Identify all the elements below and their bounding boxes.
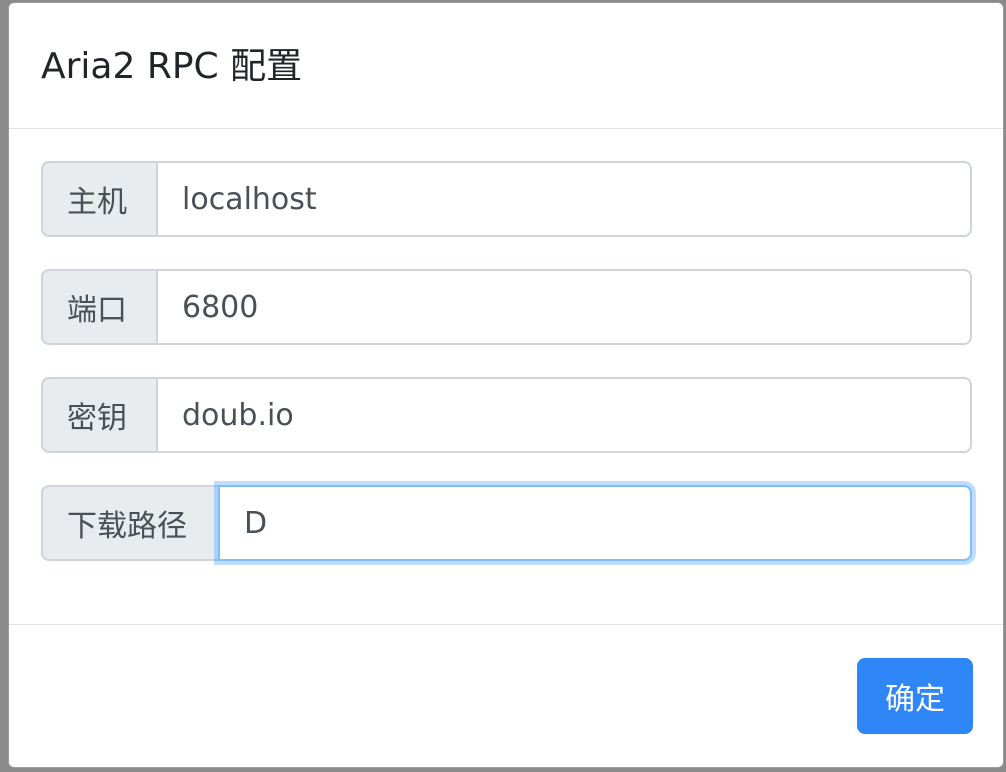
aria2-rpc-dialog: Aria2 RPC 配置 主机 端口 密钥 下载路径 确定 [8,2,1004,768]
confirm-button[interactable]: 确定 [857,658,973,734]
port-input[interactable] [156,269,972,345]
host-input-group: 主机 [41,161,972,237]
download-path-input[interactable] [218,485,972,561]
port-input-group: 端口 [41,269,972,345]
dialog-header: Aria2 RPC 配置 [9,3,1003,129]
host-input[interactable] [156,161,972,237]
dialog-title: Aria2 RPC 配置 [41,46,303,87]
download-path-label: 下载路径 [41,485,218,561]
host-label: 主机 [41,161,156,237]
secret-label: 密钥 [41,377,156,453]
dialog-footer: 确定 [9,624,1003,767]
secret-input[interactable] [156,377,972,453]
port-label: 端口 [41,269,156,345]
download-path-input-group: 下载路径 [41,485,972,561]
secret-input-group: 密钥 [41,377,972,453]
